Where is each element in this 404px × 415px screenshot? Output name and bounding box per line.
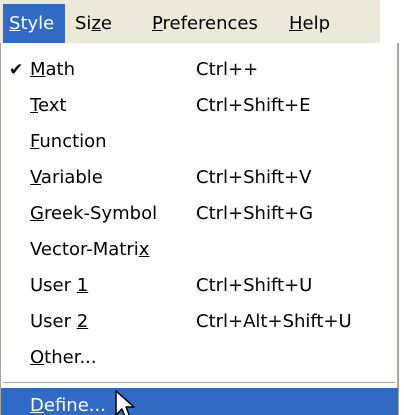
shortcut-label: Ctrl+Shift+G bbox=[196, 203, 314, 224]
mouse-pointer-icon bbox=[115, 390, 135, 415]
menu-item-variable[interactable]: Variable Ctrl+Shift+V bbox=[1, 160, 398, 196]
checkmark-icon: ✔ bbox=[9, 60, 24, 80]
accelerator-key: G bbox=[30, 203, 44, 224]
accelerator-key: H bbox=[289, 13, 303, 34]
accelerator-key: V bbox=[30, 167, 41, 188]
shortcut-label: Ctrl+Shift+E bbox=[196, 95, 311, 116]
screen: Style Size Preferences Help ✔ Math Ctrl+… bbox=[0, 0, 404, 415]
style-dropdown-menu: ✔ Math Ctrl++ Text Ctrl+Shift+E Function… bbox=[0, 43, 399, 415]
accelerator-key: 2 bbox=[76, 311, 89, 332]
menu-size[interactable]: Size bbox=[75, 4, 112, 43]
accelerator-key: M bbox=[30, 59, 46, 80]
accelerator-key: z bbox=[91, 13, 101, 34]
menu-item-math[interactable]: ✔ Math Ctrl++ bbox=[1, 52, 398, 88]
accelerator-key: 1 bbox=[76, 275, 89, 296]
shortcut-label: Ctrl+Shift+V bbox=[196, 167, 312, 188]
menu-item-function[interactable]: Function bbox=[1, 124, 398, 160]
menu-item-define[interactable]: Define... bbox=[1, 388, 398, 415]
menu-item-vector-matrix[interactable]: Vector-Matrix bbox=[1, 232, 398, 268]
menu-item-other[interactable]: Other... bbox=[1, 340, 398, 376]
accelerator-key: O bbox=[30, 347, 45, 368]
shortcut-label: Ctrl+Shift+U bbox=[196, 275, 313, 296]
menu-item-text[interactable]: Text Ctrl+Shift+E bbox=[1, 88, 398, 124]
menu-item-user-1[interactable]: User 1 Ctrl+Shift+U bbox=[1, 268, 398, 304]
accelerator-key: F bbox=[30, 131, 40, 152]
menu-item-user-2[interactable]: User 2 Ctrl+Alt+Shift+U bbox=[1, 304, 398, 340]
menu-preferences[interactable]: Preferences bbox=[152, 4, 258, 43]
accelerator-key: T bbox=[30, 95, 38, 116]
accelerator-key: S bbox=[9, 13, 21, 34]
menu-style[interactable]: Style bbox=[3, 4, 65, 43]
menu-bar: Style Size Preferences Help bbox=[0, 0, 380, 46]
shortcut-label: Ctrl++ bbox=[196, 59, 259, 80]
accelerator-key: x bbox=[138, 239, 150, 260]
accelerator-key: P bbox=[152, 13, 163, 34]
menu-help[interactable]: Help bbox=[289, 4, 330, 43]
menu-item-greek-symbol[interactable]: Greek-Symbol Ctrl+Shift+G bbox=[1, 196, 398, 232]
accelerator-key: D bbox=[30, 395, 44, 415]
shortcut-label: Ctrl+Alt+Shift+U bbox=[196, 311, 352, 332]
menu-separator bbox=[3, 382, 395, 383]
